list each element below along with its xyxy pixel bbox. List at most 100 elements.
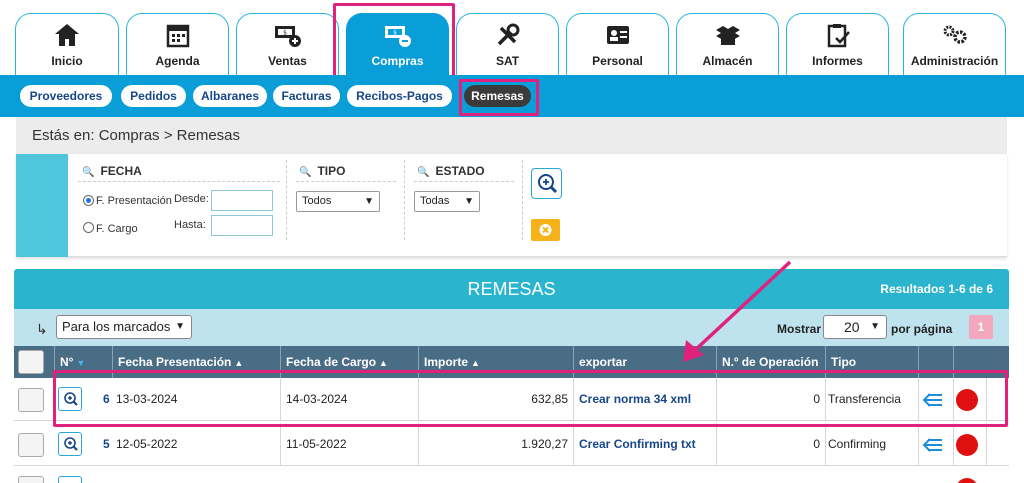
tab-label: Inicio [51,54,83,68]
select-all-checkbox[interactable] [18,350,44,374]
zoom-in-icon [64,392,78,406]
desde-input[interactable] [211,190,273,211]
search-button[interactable] [531,168,562,199]
radio-f-presentacion[interactable] [83,195,94,206]
status-red-icon [956,434,978,456]
col-importe-label: Importe [424,355,469,369]
col-fecha-presentacion-label: Fecha Presentación [118,355,232,369]
desde-label: Desde: [174,193,209,205]
tab-compras[interactable]: $ Compras [346,13,449,75]
tab-informes[interactable]: Informes [786,13,889,75]
hasta-label: Hasta: [174,219,206,231]
row-tipo: Transferencia [825,378,918,421]
tab-label: Administración [910,54,999,68]
row-operacion: 0 [716,423,825,466]
bulk-action-select[interactable]: Para los marcados ▼ [56,315,192,339]
id-card-icon [606,26,629,44]
arrow-lines-icon[interactable] [922,437,944,453]
divider [296,181,396,182]
row-exportar-link[interactable]: Crear Confirming txt [573,423,716,466]
tab-sat[interactable]: SAT [456,13,559,75]
breadcrumb-text: Estás en: Compras > Remesas [32,127,241,144]
tipo-select[interactable]: Todos ▼ [296,191,380,212]
col-numero[interactable]: N° ▼ [54,346,112,378]
subnav-remesas[interactable]: Remesas [464,85,531,107]
subnav-albaranes[interactable]: Albaranes [193,85,267,107]
arrow-lines-icon[interactable] [922,392,944,408]
zoom-in-icon [538,174,558,194]
estado-select[interactable]: Todas ▼ [414,191,480,212]
filter-panel: 🔍 FECHA F. Presentación Desde: F. Cargo H… [16,154,1007,257]
search-icon: 🔍 [299,167,312,178]
col-numero-label: N° [60,355,74,369]
chevron-down-icon: ▼ [175,321,185,332]
tab-label: Informes [812,54,863,68]
col-importe[interactable]: Importe ▲ [418,346,573,378]
tab-administracion[interactable]: Administración [903,13,1006,75]
hasta-input[interactable] [211,215,273,236]
row-fecha-cargo: 11-05-2022 [280,423,418,466]
col-fecha-cargo[interactable]: Fecha de Cargo ▲ [280,346,418,378]
tab-ventas[interactable]: $ Ventas [236,13,339,75]
tab-almacen[interactable]: Almacén [676,13,779,75]
subnav-proveedores[interactable]: Proveedores [20,85,112,107]
subnav-pedidos[interactable]: Pedidos [121,85,186,107]
row-fecha-cargo: 14-03-2024 [280,378,418,421]
tab-inicio[interactable]: Inicio [15,13,119,75]
divider [286,160,287,240]
col-fecha-presentacion[interactable]: Fecha Presentación ▲ [112,346,280,378]
table-row [14,468,1009,483]
corner-arrow-icon: ↳ [36,321,48,337]
subnav-facturas[interactable]: Facturas [273,85,340,107]
row-checkbox[interactable] [18,388,44,412]
divider [78,181,280,182]
tab-label: Compras [371,54,424,68]
table-header: N° ▼ Fecha Presentación ▲ Fecha de Cargo ▲ … [14,346,1009,378]
filter-estado-label: ESTADO [435,164,485,178]
per-page-select[interactable]: 20 ▼ [823,315,887,339]
row-view-button[interactable] [58,387,82,411]
col-status [953,346,986,378]
row-fecha-presentacion: 13-03-2024 [116,392,178,406]
svg-text:$: $ [283,30,287,37]
results-title: REMESAS [467,279,556,299]
divider [522,160,523,240]
results-toolbar: ↳ Para los marcados ▼ Mostrar 20 ▼ por pág… [14,309,1009,346]
row-fecha-presentacion: 12-05-2022 [116,437,178,451]
clear-filters-button[interactable] [531,219,560,241]
chevron-down-icon: ▼ [464,196,474,207]
sort-down-icon: ▼ [76,358,86,368]
col-tipo: Tipo [825,346,918,378]
table-row: 5 12-05-2022 11-05-2022 1.920,27 Crear C… [14,423,1009,466]
boxes-icon [715,26,740,45]
tab-label: Ventas [268,54,307,68]
row-end-cell [986,423,1009,466]
radio-f-cargo[interactable] [83,222,94,233]
tipo-select-value: Todos [302,195,332,207]
clipboard-check-icon [827,24,850,48]
row-view-button[interactable] [58,476,82,483]
search-icon: 🔍 [417,167,430,178]
row-exportar-link[interactable]: Crear norma 34 xml [573,378,716,421]
zoom-in-icon [64,437,78,451]
col-operacion: N.º de Operación [716,346,825,378]
tab-personal[interactable]: Personal [566,13,669,75]
filter-tipo-title: 🔍 TIPO [299,164,345,178]
tab-label: SAT [495,54,520,68]
filter-tipo-label: TIPO [317,164,346,178]
money-minus-icon: $ [384,26,411,47]
show-label: Mostrar [777,322,822,336]
results-count: Resultados 1-6 de 6 [880,282,993,296]
tab-agenda[interactable]: Agenda [126,13,229,75]
sort-up-icon: ▲ [234,358,244,368]
page-button[interactable]: 1 [969,315,993,339]
row-view-button[interactable] [58,432,82,456]
module-tabs: Inicio Agenda $ Ventas $ Compras SAT Per… [0,0,1024,75]
breadcrumb: Estás en: Compras > Remesas [16,117,1007,154]
row-checkbox[interactable] [18,433,44,457]
results-header: REMESAS Resultados 1-6 de 6 [14,269,1009,309]
subnav-recibos-pagos[interactable]: Recibos-Pagos [347,85,452,107]
tab-label: Personal [592,54,643,68]
divider [414,181,514,182]
row-checkbox[interactable] [18,476,44,483]
